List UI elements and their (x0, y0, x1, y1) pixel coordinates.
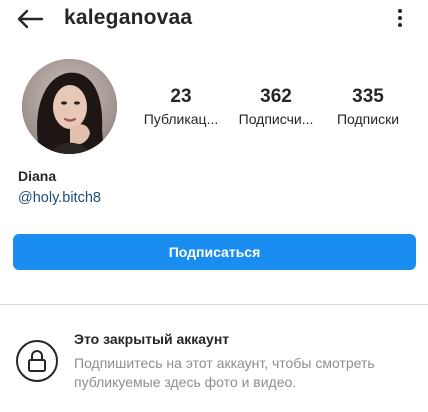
avatar[interactable] (22, 59, 117, 154)
arrow-left-icon (17, 9, 44, 29)
top-bar: kaleganovaa (0, 0, 428, 40)
more-options-button[interactable] (388, 6, 412, 30)
follow-button[interactable]: Подписаться (13, 234, 416, 270)
lock-icon (16, 340, 58, 382)
stat-followers-label: Подписчи... (238, 111, 314, 127)
profile-full-name: Diana (18, 168, 57, 184)
stat-posts[interactable]: 23 Публикац... (131, 86, 231, 127)
profile-bio-handle-link[interactable]: @holy.bitch8 (18, 190, 101, 206)
stat-posts-count: 23 (170, 86, 192, 107)
stat-followers[interactable]: 362 Подписчи... (226, 86, 326, 127)
stat-following-count: 335 (352, 86, 384, 107)
private-account-description: Подпишитесь на этот аккаунт, чтобы смотр… (74, 355, 375, 390)
back-button[interactable] (12, 4, 48, 34)
stat-posts-label: Публикац... (143, 111, 219, 127)
private-account-title: Это закрытый аккаунт (74, 331, 230, 347)
stat-followers-count: 362 (260, 86, 292, 107)
divider (0, 304, 428, 305)
stat-following[interactable]: 335 Подписки (318, 86, 418, 127)
stat-following-label: Подписки (336, 111, 400, 127)
profile-photo (22, 59, 117, 154)
vertical-dots-icon (398, 9, 402, 27)
profile-username: kaleganovaa (64, 6, 193, 29)
